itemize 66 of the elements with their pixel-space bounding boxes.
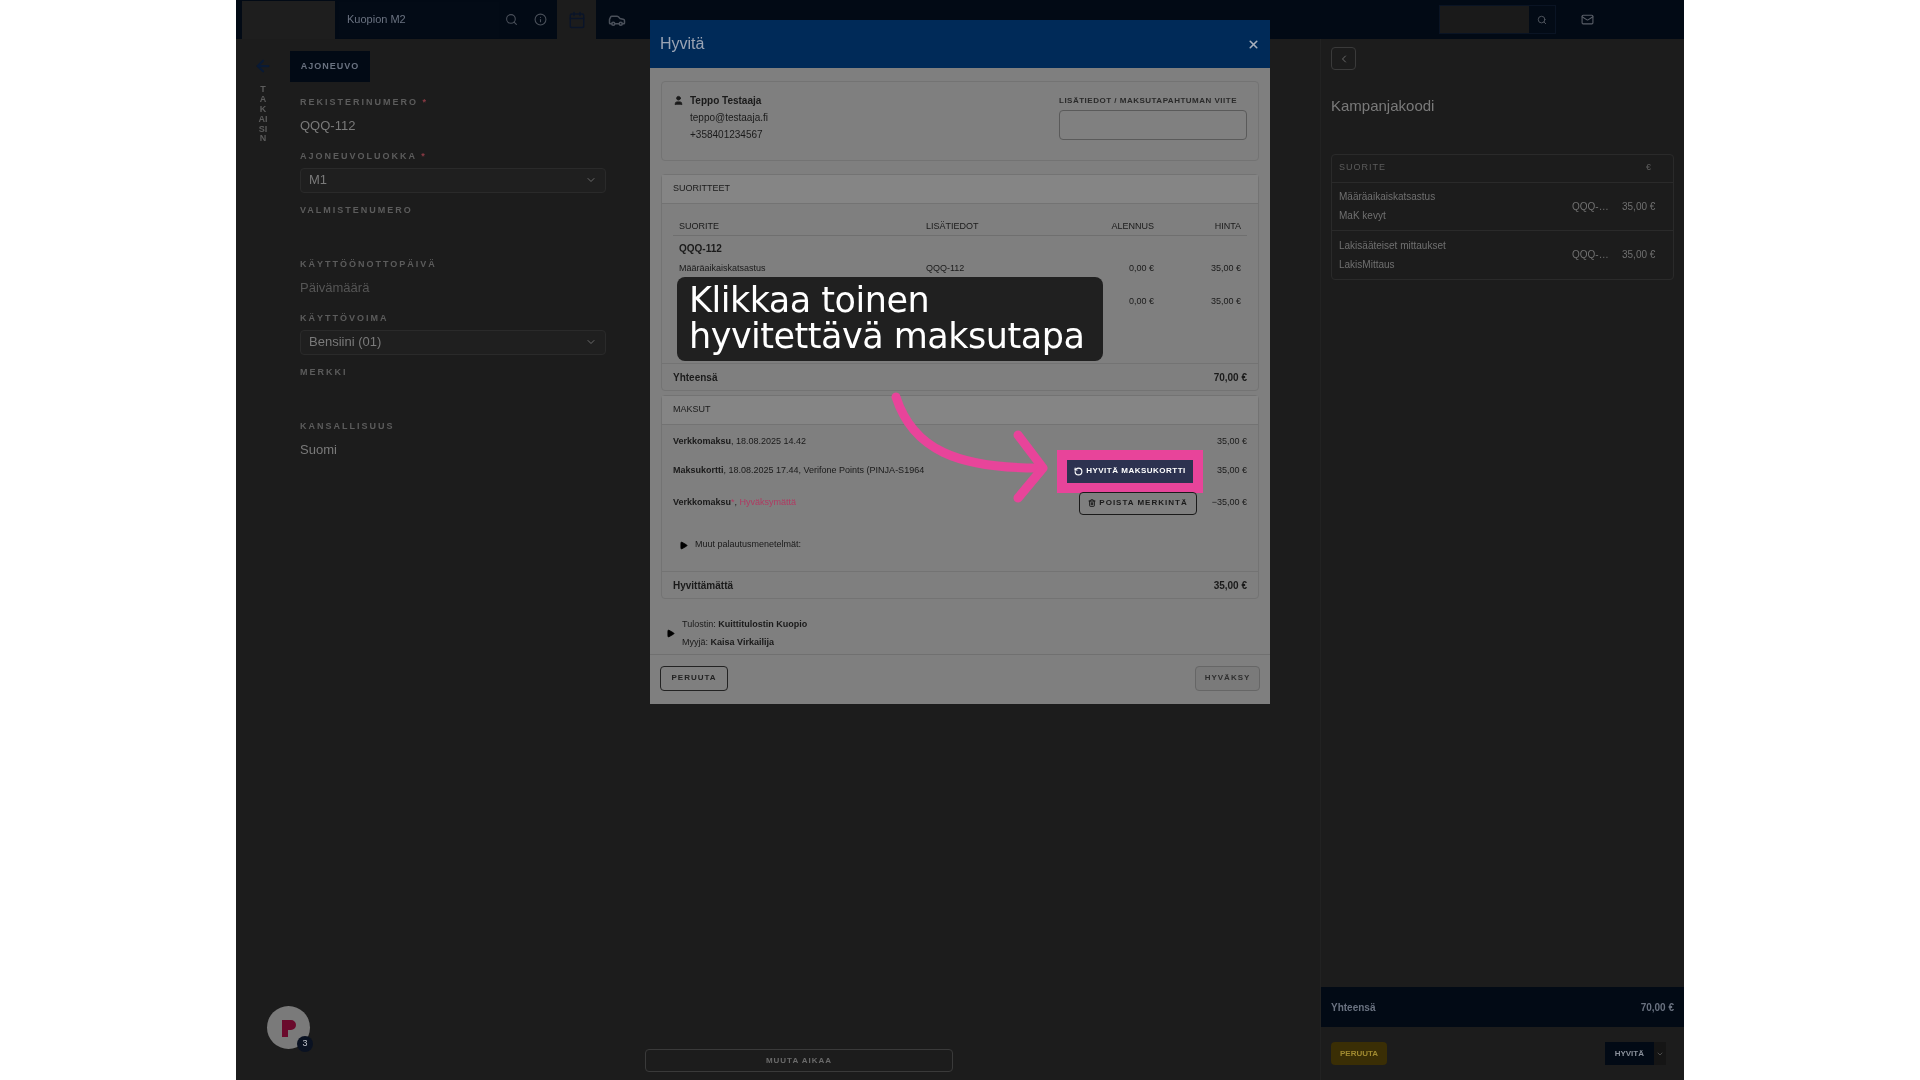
back-label[interactable]: TAKAISIN bbox=[258, 85, 268, 145]
payment-description: Verkkomaksu, 18.08.2025 14.42 bbox=[673, 435, 808, 449]
column-header: SUORITE bbox=[1339, 161, 1386, 175]
payment-description: Maksukortti, 18.08.2025 17.44, Verifone Points (PINJA-S1964 bbox=[673, 464, 926, 478]
refund-button[interactable]: HYVITÄ bbox=[1604, 1042, 1654, 1065]
dialog-title: Hyvitä bbox=[660, 34, 705, 54]
field-value[interactable]: Suomi bbox=[300, 440, 337, 460]
unrefunded-value: 35,00 € bbox=[1213, 578, 1247, 593]
count-badge: 3 bbox=[297, 1036, 313, 1052]
field-label: VALMISTENUMERO bbox=[300, 204, 414, 217]
payment-description: Verkkomaksu*, Hyväksymättä bbox=[673, 496, 798, 510]
discount-cell-text: 0,00 € bbox=[1127, 262, 1154, 276]
field-value[interactable]: QQQ-112 bbox=[300, 116, 356, 136]
select-field[interactable]: Bensiini (01) bbox=[300, 329, 606, 355]
info-cell: QQQ-112 bbox=[926, 263, 965, 274]
discount-cell-text: 0,00 € bbox=[1127, 295, 1154, 309]
customer-email: teppo@testaaja.fi bbox=[690, 111, 768, 125]
service-code: MaK kevyt bbox=[1339, 209, 1387, 223]
column-header: SUORITE bbox=[679, 219, 720, 233]
vehicle-tab[interactable]: AJONEUVO bbox=[290, 51, 370, 82]
field-label: KÄYTTÖÖNOTTOPÄIVÄ bbox=[300, 258, 438, 271]
service-name: Määräaikaiskatsastus bbox=[679, 263, 766, 274]
amount-cell-text: 35,00 € bbox=[1215, 464, 1247, 478]
field-label: MERKKI bbox=[300, 366, 349, 379]
customer-phone: +358401234567 bbox=[690, 128, 764, 142]
price-cell-text: 35,00 € bbox=[1622, 199, 1657, 214]
column-header: ALENNUS bbox=[1110, 219, 1154, 233]
cancel-button[interactable]: PERUUTA bbox=[1331, 1042, 1388, 1065]
total-label: Yhteensä bbox=[673, 370, 718, 385]
field-label: REKISTERINUMERO * bbox=[300, 96, 430, 109]
column-header: € bbox=[1646, 161, 1652, 175]
customer-name: Teppo Testaaja bbox=[690, 94, 763, 108]
chat-avatar[interactable]: 3 bbox=[267, 1006, 310, 1049]
section-title: Kampanjakoodi bbox=[1331, 96, 1436, 116]
printer-info: Tulostin: Kuittitulostin Kuopio bbox=[682, 618, 808, 631]
field-label: LISÄTIEDOT / MAKSUTAPAHTUMAN VIITE bbox=[1059, 95, 1239, 107]
field-label: KÄYTTÖVOIMA bbox=[300, 312, 390, 325]
price-cell-text: 35,00 € bbox=[1209, 295, 1241, 309]
input-field[interactable]: Päivämäärä bbox=[300, 278, 370, 298]
select-field[interactable]: M1 bbox=[300, 167, 606, 193]
section-header: MAKSUT bbox=[662, 396, 1258, 425]
section-header: SUORITTEET bbox=[662, 175, 1258, 204]
total-value: 70,00 € bbox=[1213, 370, 1247, 385]
service-name: Määräaikaiskatsastus bbox=[1339, 190, 1437, 204]
cancel-button[interactable]: PERUUTA bbox=[660, 665, 728, 691]
amount-cell-text: −35,00 € bbox=[1210, 496, 1247, 510]
other-methods-toggle[interactable]: Muut palautusmenetelmät: bbox=[673, 519, 1247, 571]
plate-cell-text: QQQ-… bbox=[1572, 199, 1610, 214]
tutorial-tooltip: Klikkaa toinen hyvitettävä maksutapa bbox=[677, 277, 1103, 361]
column-header: HINTA bbox=[1213, 219, 1241, 233]
plate-cell-text: QQQ-… bbox=[1572, 248, 1610, 262]
service-code: LakisMittaus bbox=[1339, 257, 1396, 272]
unrefunded-label: Hyvittämättä bbox=[673, 578, 734, 593]
total-label: Yhteensä bbox=[1331, 1000, 1376, 1015]
delete-entry-button[interactable]: POISTA MERKINTÄ bbox=[1079, 491, 1197, 515]
price-cell-text: 35,00 € bbox=[1622, 248, 1657, 262]
seller-info: Myyjä: Kaisa Virkailija bbox=[682, 635, 775, 649]
column-header: LISÄTIEDOT bbox=[926, 219, 980, 233]
service-name: Lakisääteiset mittaukset bbox=[1339, 238, 1447, 253]
price-cell-text: 35,00 € bbox=[1209, 262, 1241, 276]
field-label: AJONEUVOLUOKKA * bbox=[300, 150, 428, 163]
change-time-button[interactable]: MUUTA AIKAA bbox=[645, 1049, 953, 1072]
total-value: 70,00 € bbox=[1640, 1000, 1674, 1015]
group-label: QQQ-112 bbox=[678, 241, 723, 256]
amount-cell-text: 35,00 € bbox=[1215, 435, 1247, 449]
field-label: KANSALLISUUS bbox=[300, 420, 396, 433]
